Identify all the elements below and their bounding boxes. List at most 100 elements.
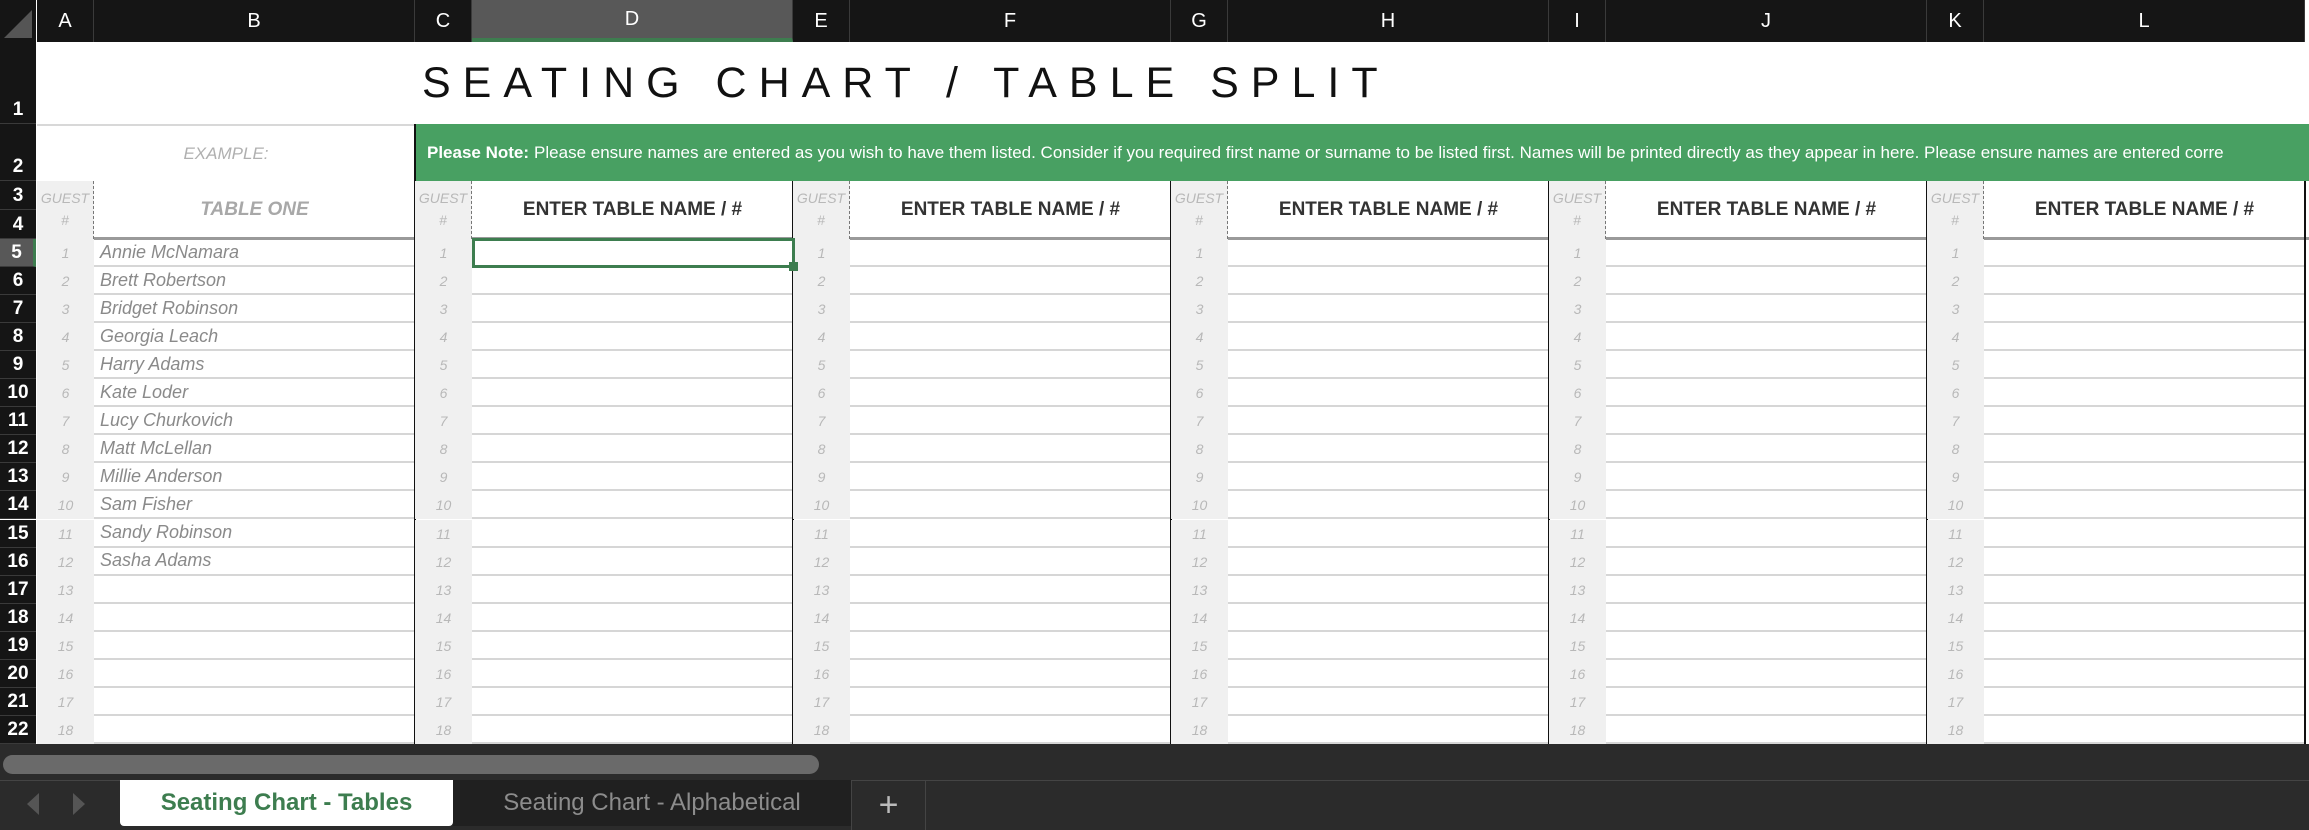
prev-sheet-arrow-icon[interactable] — [27, 793, 39, 815]
guest-name-cell[interactable] — [472, 323, 793, 352]
guest-name-cell[interactable] — [472, 267, 793, 296]
column-header-d[interactable]: D — [472, 0, 793, 42]
tab-seating-chart-tables[interactable]: Seating Chart - Tables — [120, 780, 453, 826]
row-header-1[interactable]: 1 — [0, 42, 36, 124]
guest-name-cell[interactable] — [1606, 576, 1927, 604]
column-header-b[interactable]: B — [94, 0, 415, 42]
guest-name-cell[interactable] — [1984, 660, 2305, 688]
table-name-header[interactable]: ENTER TABLE NAME / # — [1984, 181, 2305, 239]
tab-seating-chart-alphabetical[interactable]: Seating Chart - Alphabetical — [453, 780, 851, 826]
scrollbar-thumb[interactable] — [3, 755, 819, 774]
guest-name-cell[interactable] — [472, 688, 793, 716]
guest-name-cell[interactable]: Sandy Robinson — [94, 520, 415, 548]
guest-name-cell[interactable] — [1984, 267, 2305, 296]
guest-name-cell[interactable] — [1984, 463, 2305, 492]
guest-name-cell[interactable] — [472, 548, 793, 576]
guest-name-cell[interactable] — [1228, 463, 1549, 492]
guest-name-cell[interactable] — [472, 604, 793, 632]
row-header-18[interactable]: 18 — [0, 603, 36, 632]
column-header-g[interactable]: G — [1171, 0, 1228, 42]
column-header-f[interactable]: F — [850, 0, 1171, 42]
table-name-header[interactable]: TABLE ONE — [94, 181, 415, 239]
guest-name-cell[interactable]: Georgia Leach — [94, 323, 415, 352]
row-header-10[interactable]: 10 — [0, 379, 36, 408]
guest-name-cell[interactable] — [1606, 520, 1927, 548]
guest-name-cell[interactable] — [850, 576, 1171, 604]
guest-name-cell[interactable] — [1984, 295, 2305, 324]
column-header-k[interactable]: K — [1927, 0, 1984, 42]
guest-name-cell[interactable] — [472, 463, 793, 492]
guest-name-cell[interactable] — [1228, 351, 1549, 380]
guest-name-cell[interactable] — [1984, 491, 2305, 520]
guest-name-cell[interactable] — [850, 688, 1171, 716]
row-header-19[interactable]: 19 — [0, 631, 36, 660]
guest-name-cell[interactable] — [1228, 576, 1549, 604]
guest-name-cell[interactable] — [1984, 688, 2305, 716]
guest-name-cell[interactable] — [1606, 435, 1927, 464]
guest-name-cell[interactable]: Harry Adams — [94, 351, 415, 380]
guest-name-cell[interactable] — [850, 351, 1171, 380]
guest-name-cell[interactable] — [1606, 407, 1927, 436]
row-header-13[interactable]: 13 — [0, 463, 36, 492]
guest-name-cell[interactable] — [850, 267, 1171, 296]
guest-name-cell[interactable] — [1606, 379, 1927, 408]
guest-name-cell[interactable] — [1984, 407, 2305, 436]
guest-name-cell[interactable] — [472, 351, 793, 380]
guest-name-cell[interactable] — [1228, 407, 1549, 436]
guest-name-cell[interactable] — [850, 323, 1171, 352]
guest-name-cell[interactable] — [1984, 576, 2305, 604]
guest-name-cell[interactable] — [850, 660, 1171, 688]
guest-name-cell[interactable] — [1984, 351, 2305, 380]
column-header-j[interactable]: J — [1606, 0, 1927, 42]
guest-name-cell[interactable] — [850, 632, 1171, 660]
guest-name-cell[interactable] — [1228, 491, 1549, 520]
guest-name-cell[interactable] — [1606, 632, 1927, 660]
guest-name-cell[interactable] — [1984, 548, 2305, 576]
guest-name-cell[interactable] — [472, 632, 793, 660]
row-header-21[interactable]: 21 — [0, 687, 36, 716]
guest-name-cell[interactable] — [1606, 660, 1927, 688]
row-header-7[interactable]: 7 — [0, 295, 36, 324]
guest-name-cell[interactable] — [94, 716, 415, 744]
table-name-header[interactable]: ENTER TABLE NAME / # — [472, 181, 793, 239]
guest-name-cell[interactable] — [1228, 660, 1549, 688]
column-header-l[interactable]: L — [1984, 0, 2305, 42]
row-header-14[interactable]: 14 — [0, 491, 36, 520]
note-banner[interactable]: Please Note: Please ensure names are ente… — [415, 124, 2309, 181]
guest-name-cell[interactable] — [1984, 604, 2305, 632]
guest-name-cell[interactable] — [1228, 604, 1549, 632]
guest-name-cell[interactable] — [850, 520, 1171, 548]
guest-name-cell[interactable]: Millie Anderson — [94, 463, 415, 492]
guest-name-cell[interactable]: Kate Loder — [94, 379, 415, 408]
guest-name-cell[interactable] — [850, 379, 1171, 408]
guest-name-cell[interactable] — [472, 576, 793, 604]
guest-name-cell[interactable] — [1984, 632, 2305, 660]
row-header-9[interactable]: 9 — [0, 351, 36, 380]
guest-name-cell[interactable] — [472, 295, 793, 324]
guest-name-cell[interactable] — [1606, 491, 1927, 520]
guest-name-cell[interactable] — [1606, 323, 1927, 352]
guest-name-cell[interactable] — [1606, 688, 1927, 716]
guest-name-cell[interactable]: Bridget Robinson — [94, 295, 415, 324]
column-header-i[interactable]: I — [1549, 0, 1606, 42]
guest-name-cell[interactable] — [472, 379, 793, 408]
guest-name-cell[interactable] — [1984, 379, 2305, 408]
guest-name-cell[interactable] — [94, 604, 415, 632]
guest-name-cell[interactable] — [850, 491, 1171, 520]
column-header-e[interactable]: E — [793, 0, 850, 42]
guest-name-cell[interactable] — [850, 716, 1171, 744]
guest-name-cell[interactable]: Sasha Adams — [94, 548, 415, 576]
table-name-header[interactable]: ENTER TABLE NAME / # — [850, 181, 1171, 239]
column-header-c[interactable]: C — [415, 0, 472, 42]
row-header-20[interactable]: 20 — [0, 659, 36, 688]
guest-name-cell[interactable] — [94, 632, 415, 660]
guest-name-cell[interactable] — [94, 688, 415, 716]
guest-name-cell[interactable] — [472, 716, 793, 744]
row-header-2[interactable]: 2 — [0, 124, 36, 181]
guest-name-cell[interactable] — [1228, 716, 1549, 744]
selected-cell-d5[interactable] — [472, 238, 798, 271]
guest-name-cell[interactable] — [1228, 548, 1549, 576]
next-sheet-arrow-icon[interactable] — [73, 793, 85, 815]
row-header-12[interactable]: 12 — [0, 435, 36, 464]
guest-name-cell[interactable] — [1984, 435, 2305, 464]
